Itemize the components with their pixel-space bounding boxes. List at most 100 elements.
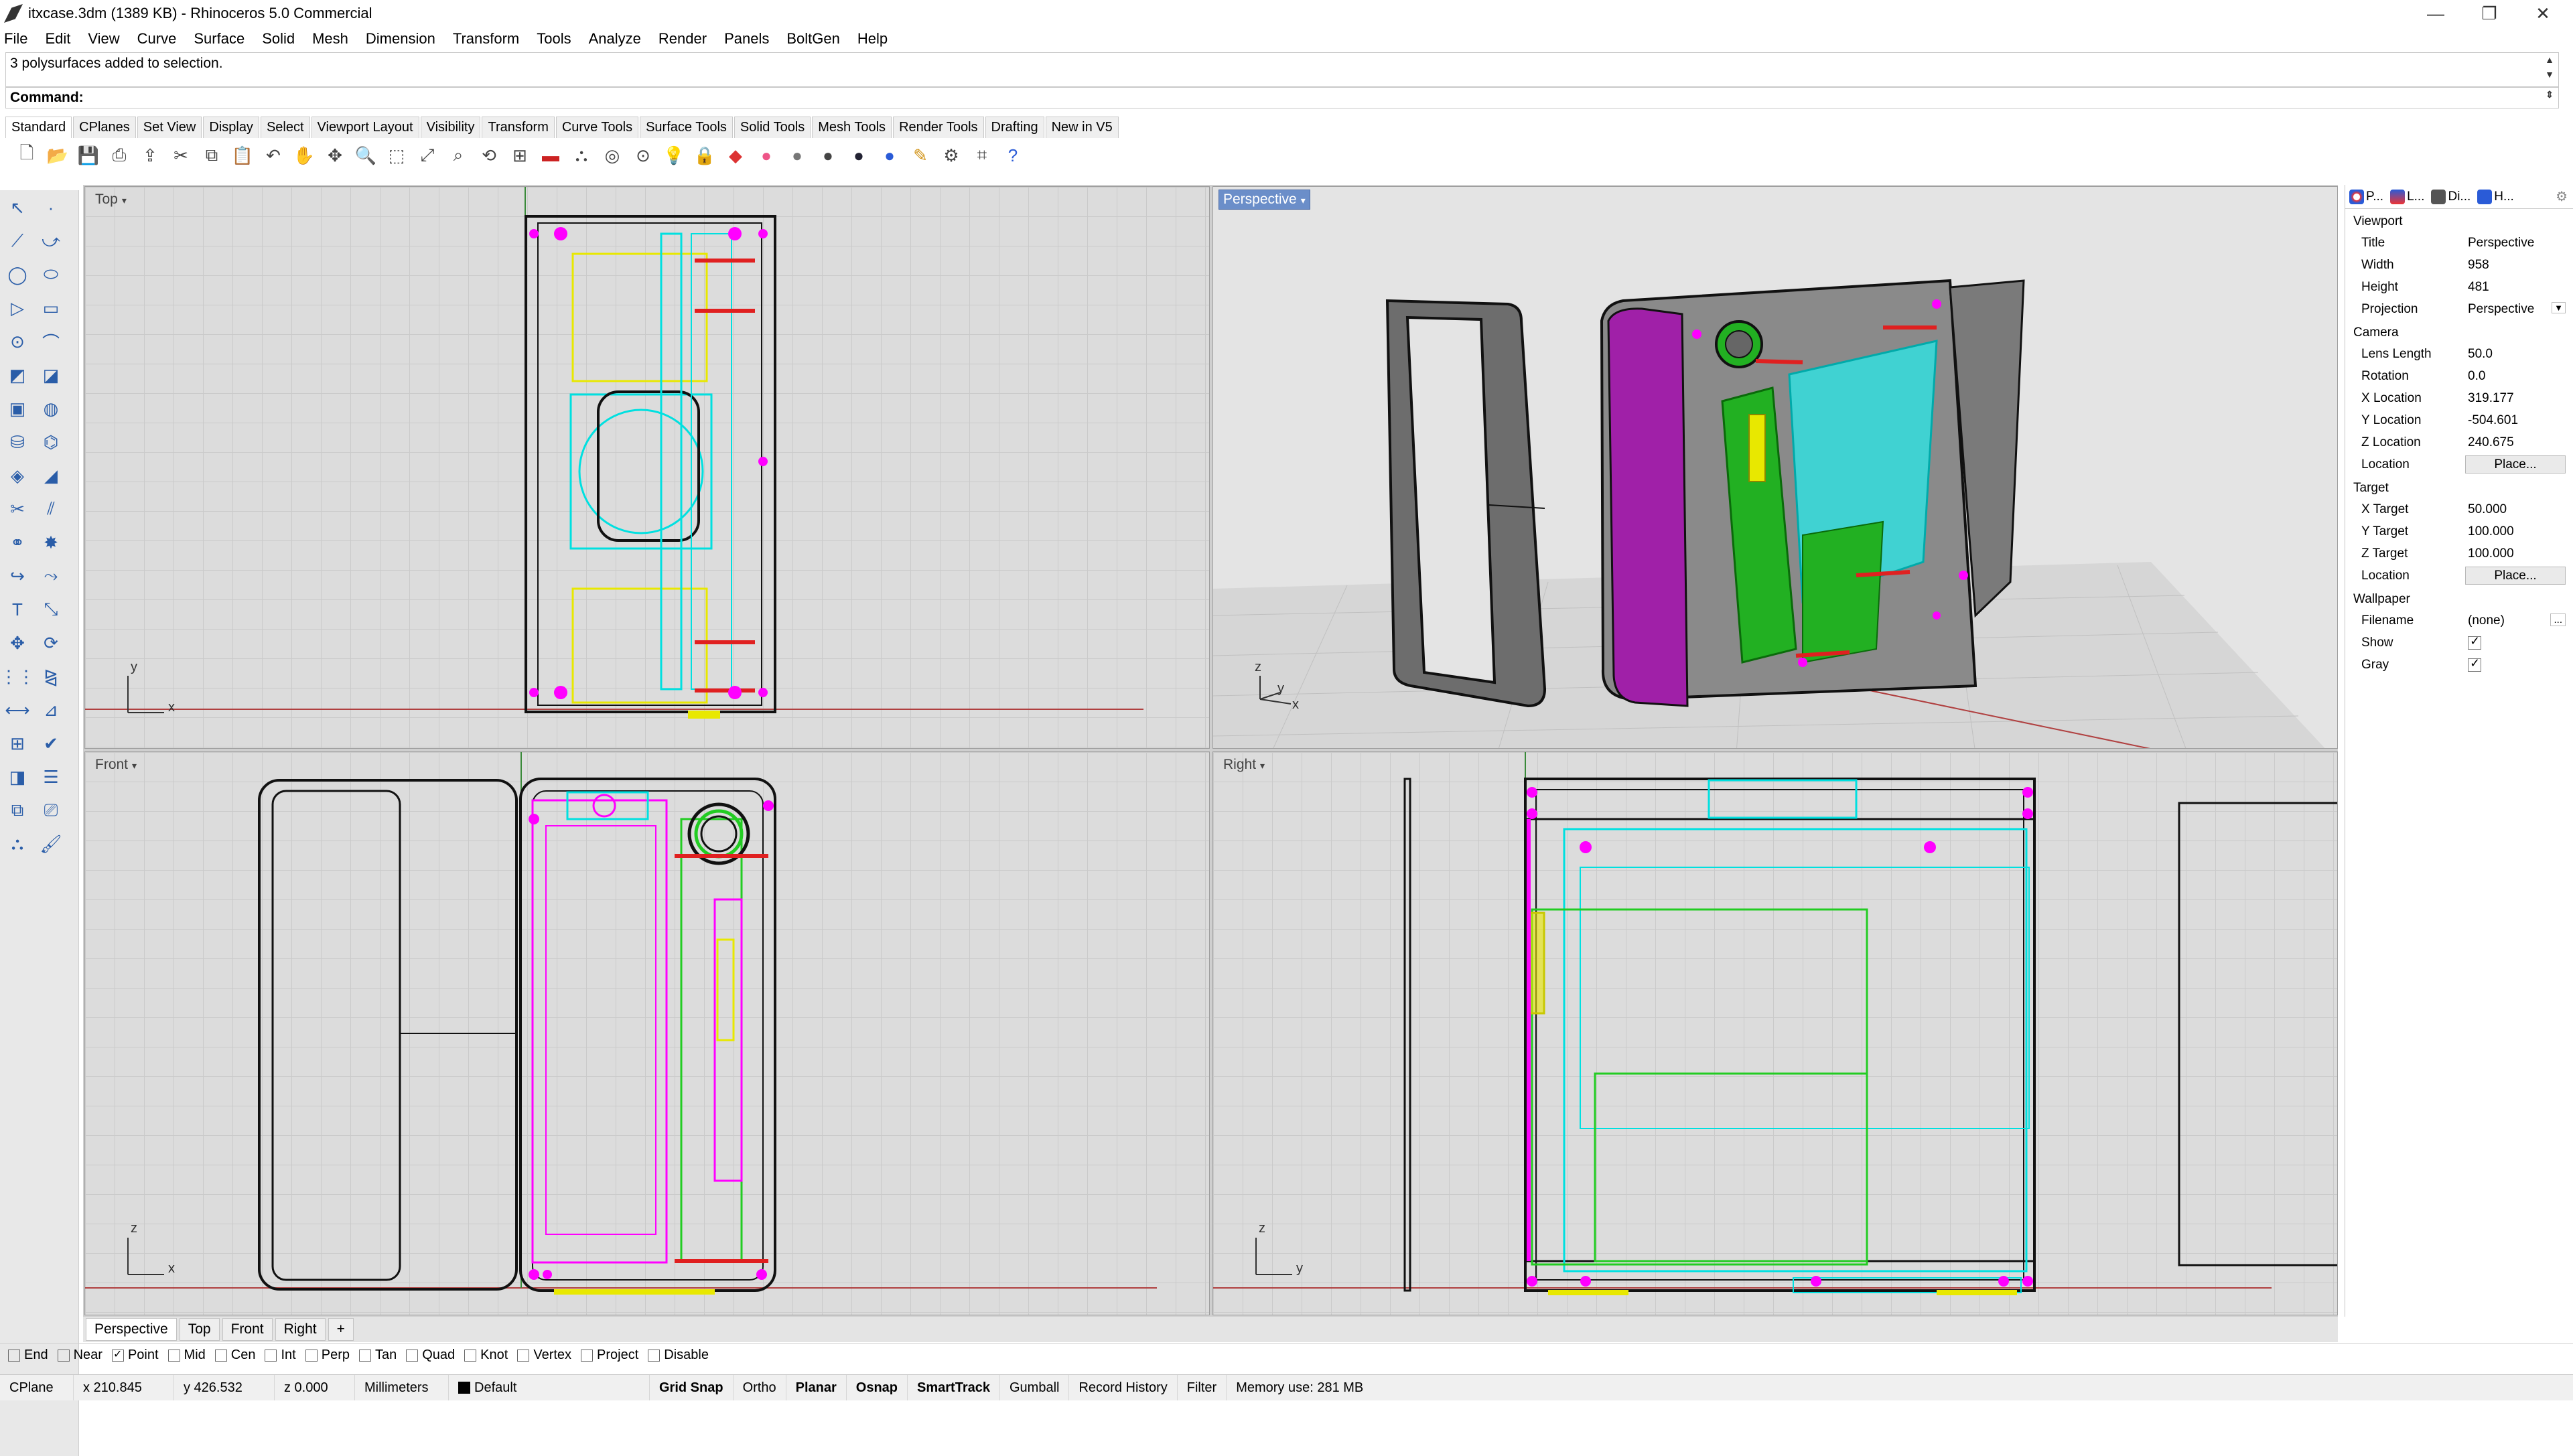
point-icon[interactable]: · — [38, 194, 64, 221]
osnap-disable[interactable]: Disable — [648, 1348, 709, 1363]
open-file-icon[interactable]: 📂 — [46, 143, 70, 167]
zoom-selected-icon[interactable]: ⌕ — [446, 143, 470, 167]
cut-icon[interactable]: ✂ — [169, 143, 193, 167]
osnap-vertex-checkbox[interactable] — [517, 1349, 530, 1362]
move-icon[interactable]: ✥ — [4, 630, 31, 656]
panel-settings-gear-icon[interactable]: ⚙ — [2556, 188, 2568, 205]
dimension-icon[interactable]: ⟷ — [4, 697, 31, 723]
osnap-mid[interactable]: Mid — [167, 1348, 206, 1363]
osnap-near-checkbox[interactable] — [57, 1349, 70, 1362]
viewport-perspective[interactable]: Perspective ▾ z y x — [1212, 186, 2338, 749]
paste-icon[interactable]: 📋 — [230, 143, 255, 167]
explode-icon[interactable]: ✸ — [38, 529, 64, 556]
hide-icon[interactable]: ◨ — [4, 763, 31, 790]
status-grid-snap[interactable]: Grid Snap — [650, 1375, 734, 1400]
browse-file-button[interactable]: ... — [2550, 613, 2566, 626]
tab-select[interactable]: Select — [260, 117, 310, 138]
panel-tab-properties[interactable]: P... — [2349, 189, 2383, 204]
menu-transform[interactable]: Transform — [453, 30, 519, 48]
command-scroll-icon[interactable]: ⇕ — [2544, 89, 2556, 105]
osnap-point[interactable]: Point — [111, 1348, 159, 1363]
viewport-tab-right[interactable]: Right — [275, 1318, 326, 1341]
menu-analyze[interactable]: Analyze — [589, 30, 641, 48]
import-icon[interactable]: ⇪ — [138, 143, 162, 167]
osnap-end[interactable]: End — [8, 1348, 48, 1363]
tab-standard[interactable]: Standard — [5, 117, 72, 138]
polygon-icon[interactable]: ▷ — [4, 295, 31, 321]
undo-icon[interactable]: ↶ — [261, 143, 285, 167]
lights-icon[interactable]: 💡 — [662, 143, 686, 167]
panel-tab-help[interactable]: H... — [2477, 189, 2514, 204]
projection-select[interactable]: Perspective ▼ — [2465, 301, 2566, 317]
options-gear-icon[interactable]: ⚙ — [939, 143, 963, 167]
polyline-icon[interactable]: ⟋ — [4, 228, 31, 254]
status-cplane[interactable]: CPlane — [0, 1375, 74, 1400]
value-z-location[interactable]: 240.675 — [2465, 435, 2566, 450]
mirror-icon[interactable]: ⧎ — [38, 663, 64, 690]
osnap-cen-checkbox[interactable] — [214, 1349, 227, 1362]
value-lens-length[interactable]: 50.0 — [2465, 347, 2566, 362]
status-ortho[interactable]: Ortho — [734, 1375, 786, 1400]
print-icon[interactable]: ⎙ — [107, 143, 131, 167]
object-properties-icon[interactable]: ◎ — [600, 143, 624, 167]
osnap-project-checkbox[interactable] — [581, 1349, 594, 1362]
status-filter[interactable]: Filter — [1178, 1375, 1227, 1400]
maximize-button[interactable]: ❐ — [2458, 0, 2520, 27]
show-checkbox[interactable] — [2468, 634, 2481, 650]
properties-icon[interactable]: ☰ — [38, 763, 64, 790]
split-icon[interactable]: ⫽ — [38, 496, 64, 522]
text-icon[interactable]: T — [4, 596, 31, 623]
cplane-icon[interactable]: ▬ — [539, 143, 563, 167]
copy-icon[interactable]: ⧉ — [200, 143, 224, 167]
lock-icon[interactable]: 🔒 — [693, 143, 717, 167]
viewport-tab-front[interactable]: Front — [222, 1318, 273, 1341]
layer-icon[interactable]: ⛬ — [569, 143, 594, 167]
menu-solid[interactable]: Solid — [262, 30, 295, 48]
join-icon[interactable]: ⚭ — [4, 529, 31, 556]
osnap-mid-checkbox[interactable] — [167, 1349, 180, 1362]
value-x-location[interactable]: 319.177 — [2465, 391, 2566, 406]
menu-curve[interactable]: Curve — [137, 30, 177, 48]
tab-visibility[interactable]: Visibility — [420, 117, 481, 138]
menu-dimension[interactable]: Dimension — [366, 30, 435, 48]
tab-drafting[interactable]: Drafting — [985, 117, 1044, 138]
viewport-tab-perspective[interactable]: Perspective — [86, 1318, 177, 1341]
tab-new-in-v5[interactable]: New in V5 — [1045, 117, 1119, 138]
scroll-up-icon[interactable]: ▲ — [2544, 54, 2556, 70]
menu-edit[interactable]: Edit — [45, 30, 70, 48]
value-x-target[interactable]: 50.000 — [2465, 502, 2566, 517]
help-icon[interactable]: ? — [1001, 143, 1025, 167]
circle-center-icon[interactable]: ⊙ — [4, 328, 31, 355]
camera-place-button[interactable]: Place... — [2465, 455, 2566, 474]
osnap-quad-checkbox[interactable] — [406, 1349, 419, 1362]
select-icon[interactable]: ⊙ — [631, 143, 655, 167]
menu-panels[interactable]: Panels — [724, 30, 769, 48]
materials-icon[interactable]: ◆ — [723, 143, 748, 167]
render-icon[interactable]: ● — [847, 143, 871, 167]
chevron-down-icon[interactable]: ▼ — [2552, 301, 2566, 313]
osnap-end-checkbox[interactable] — [8, 1349, 20, 1362]
rectangle-icon[interactable]: ▭ — [38, 295, 64, 321]
value-y-location[interactable]: -504.601 — [2465, 413, 2566, 428]
status-layer[interactable]: Default — [449, 1375, 650, 1400]
array-icon[interactable]: ⋮⋮ — [0, 663, 35, 690]
box-icon[interactable]: ▣ — [4, 395, 31, 422]
osnap-near[interactable]: Near — [57, 1348, 102, 1363]
boolean-icon[interactable]: ◈ — [4, 462, 31, 489]
viewport-right[interactable]: Right ▾ z y — [1212, 751, 2338, 1315]
surface-corner-icon[interactable]: ◩ — [4, 362, 31, 388]
osnap-cen[interactable]: Cen — [214, 1348, 255, 1363]
tab-set-view[interactable]: Set View — [137, 117, 202, 138]
status-smarttrack[interactable]: SmartTrack — [908, 1375, 1000, 1400]
extrude-surface-icon[interactable]: ◪ — [38, 362, 64, 388]
menu-render[interactable]: Render — [658, 30, 707, 48]
tab-curve-tools[interactable]: Curve Tools — [555, 117, 639, 138]
tab-transform[interactable]: Transform — [482, 117, 555, 138]
tab-cplanes[interactable]: CPlanes — [73, 117, 136, 138]
value-width[interactable]: 958 — [2465, 258, 2566, 273]
viewport-tab-top[interactable]: Top — [179, 1318, 220, 1341]
offset-icon[interactable]: ⤳ — [38, 563, 64, 589]
status-units[interactable]: Millimeters — [355, 1375, 449, 1400]
fillet-icon[interactable]: ◢ — [38, 462, 64, 489]
osnap-vertex[interactable]: Vertex — [517, 1348, 571, 1363]
